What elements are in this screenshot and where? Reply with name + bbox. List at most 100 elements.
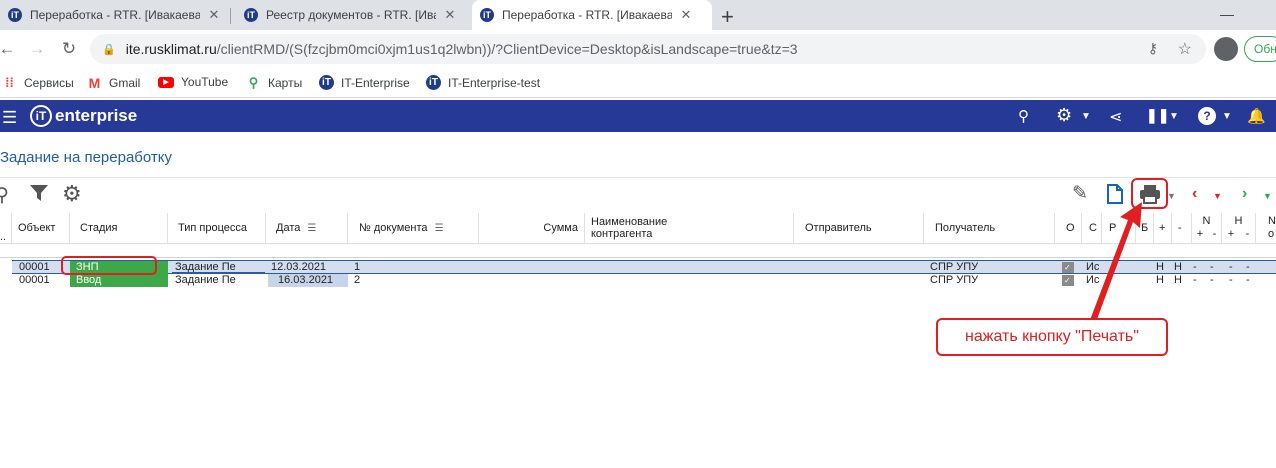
header-label: Дата xyxy=(276,222,301,234)
chevron-down-icon[interactable]: ▼ xyxy=(1263,191,1272,201)
lock-icon: 🔒 xyxy=(102,43,116,56)
bookmark-label: YouTube xyxy=(181,75,229,89)
column-header-group-h[interactable]: H + - xyxy=(1222,213,1256,243)
bookmark-it-enterprise-test[interactable]: iT IT-Enterprise-test xyxy=(426,75,540,90)
it-enterprise-icon: iT xyxy=(244,8,258,22)
cell-dash: - xyxy=(1246,261,1250,273)
cell-dash: - xyxy=(1229,261,1233,273)
header-label: № документа xyxy=(359,222,428,234)
bookmark-label: IT-Enterprise xyxy=(341,75,410,90)
chevron-down-icon[interactable]: ▼ xyxy=(1081,111,1091,122)
profile-avatar-icon[interactable] xyxy=(1214,37,1238,61)
prev-red-arrow-icon[interactable]: ‹ xyxy=(1192,185,1197,203)
sort-icon[interactable]: ☰ xyxy=(435,223,444,234)
row-selector-header[interactable]: .. xyxy=(0,213,12,243)
cell-doc-number: 2 xyxy=(354,274,361,286)
cell-receiver: СПР УПУ xyxy=(930,274,979,286)
bookmark-label: IT-Enterprise-test xyxy=(448,75,541,90)
star-icon[interactable]: ☆ xyxy=(1178,39,1192,59)
cell-dash: - xyxy=(1229,274,1233,286)
column-header-group-n2[interactable]: N о xyxy=(1256,213,1276,243)
browser-tab-1[interactable]: iT Переработка - RTR. [Ивакаева Н ✕ xyxy=(0,0,230,30)
chevron-down-icon[interactable]: ▼ xyxy=(1169,111,1179,122)
column-header-object[interactable]: Объект xyxy=(12,213,70,243)
cell-doc-number: 1 xyxy=(354,261,361,273)
chevron-down-icon[interactable]: ▼ xyxy=(1213,191,1222,201)
key-icon[interactable]: ⚷ xyxy=(1148,40,1158,57)
column-header-sum[interactable]: Сумма xyxy=(479,213,585,243)
minimize-icon[interactable]: — xyxy=(1220,6,1234,22)
url-host: ite.rusklimat.ru xyxy=(125,41,217,57)
tab-title: Реестр документов - RTR. [Ивак xyxy=(266,8,436,22)
column-header-group-n[interactable]: N + - xyxy=(1192,213,1222,243)
apps-icon: ⁞⁞ xyxy=(5,75,14,90)
cell-dash: - xyxy=(1193,261,1197,273)
column-header-stage[interactable]: Стадия xyxy=(70,213,168,243)
address-row: ← → ↻ 🔒 ite.rusklimat.ru/clientRMD/(S(fz… xyxy=(0,30,1276,68)
profile-button[interactable]: Обн xyxy=(1244,36,1276,62)
app-logo[interactable]: iT enterprise xyxy=(30,105,137,127)
forward-arrow-icon[interactable]: → xyxy=(24,36,50,62)
logo-mark: iT xyxy=(30,105,52,127)
browser-tab-3-active[interactable]: iT Переработка - RTR. [Ивакаева Н ✕ xyxy=(472,0,712,30)
new-tab-button[interactable]: + xyxy=(721,4,734,30)
bookmark-services[interactable]: ⁞⁞ Сервисы xyxy=(2,75,74,90)
maps-icon: ⚲ xyxy=(248,74,259,90)
it-enterprise-icon: iT xyxy=(480,8,494,22)
tab-title: Переработка - RTR. [Ивакаева Н xyxy=(30,8,200,22)
cell-flag-2: Н xyxy=(1174,261,1182,273)
url-bar[interactable]: 🔒 ite.rusklimat.ru/clientRMD/(S(fzcjbm0m… xyxy=(90,34,1206,64)
gear-icon[interactable]: ⚙ xyxy=(1056,105,1072,126)
pause-icon[interactable]: ❚❚ xyxy=(1146,107,1169,124)
filter-icon[interactable] xyxy=(29,184,49,208)
close-icon[interactable]: ✕ xyxy=(206,7,222,23)
column-header-minus[interactable]: - xyxy=(1172,213,1192,243)
column-header-doc-number[interactable]: № документа ☰ xyxy=(348,213,479,243)
cell-process-type: Задание Пе xyxy=(172,261,265,274)
column-header-sender[interactable]: Отправитель xyxy=(794,213,924,243)
page-title: Задание на переработку xyxy=(0,149,173,166)
it-enterprise-icon: iT xyxy=(426,75,441,90)
next-green-arrow-icon[interactable]: › xyxy=(1242,185,1247,203)
column-header-counterparty[interactable]: Наименование контрагента xyxy=(585,213,794,243)
bookmark-maps[interactable]: ⚲ Карты xyxy=(246,75,302,90)
sort-icon[interactable]: ☰ xyxy=(307,223,316,234)
share-icon[interactable]: ⋖ xyxy=(1109,107,1122,127)
reload-icon[interactable]: ↻ xyxy=(56,36,82,62)
bookmark-gmail[interactable]: M Gmail xyxy=(87,74,141,91)
divider xyxy=(0,177,1276,178)
column-header-date[interactable]: Дата ☰ xyxy=(266,213,348,243)
close-icon[interactable]: ✕ xyxy=(442,7,458,23)
tab-title: Переработка - RTR. [Ивакаева Н xyxy=(502,8,672,22)
gmail-icon: M xyxy=(88,74,101,91)
search-icon[interactable]: ⚲ xyxy=(0,184,9,207)
column-header-receiver[interactable]: Получатель xyxy=(924,213,1055,243)
browser-tab-2[interactable]: iT Реестр документов - RTR. [Ивак ✕ xyxy=(236,0,468,30)
bell-icon[interactable]: 🔔 xyxy=(1247,107,1266,125)
column-header-process-type[interactable]: Тип процесса xyxy=(168,213,266,243)
app-header: ☰ iT enterprise ⚲ ⚙ ▼ ⋖ ❚❚ ▼ ? ▼ 🔔 xyxy=(0,100,1276,132)
bookmark-label: Карты xyxy=(268,75,303,90)
bookmark-youtube[interactable]: ▶ YouTube xyxy=(158,75,228,89)
back-arrow-icon[interactable]: ← xyxy=(0,36,20,62)
checkbox-checked-icon[interactable]: ✓ xyxy=(1062,262,1074,273)
settings-gear-icon[interactable]: ⚙ xyxy=(62,181,82,207)
tab-separator xyxy=(230,8,231,24)
checkbox-checked-icon[interactable]: ✓ xyxy=(1062,275,1074,286)
bookmark-label: Сервисы xyxy=(24,75,74,90)
menu-icon[interactable]: ☰ xyxy=(2,108,17,128)
bookmark-it-enterprise[interactable]: iT IT-Enterprise xyxy=(319,75,410,90)
it-enterprise-icon: iT xyxy=(319,75,334,90)
cell-dash: - xyxy=(1193,274,1197,286)
search-icon[interactable]: ⚲ xyxy=(1018,107,1029,125)
cell-receiver: СПР УПУ xyxy=(930,261,979,273)
url-path: /clientRMD/(S(fzcjbm0mci0xjm1us1q2lwbn))… xyxy=(216,41,798,57)
help-icon[interactable]: ? xyxy=(1198,107,1216,125)
close-icon[interactable]: ✕ xyxy=(678,7,694,23)
cell-flag-2: Н xyxy=(1174,274,1182,286)
group-header-label: H xyxy=(1234,215,1243,227)
column-header-o[interactable]: О xyxy=(1055,213,1082,243)
cell-date: 12.03.2021 xyxy=(271,261,327,273)
chevron-down-icon[interactable]: ▼ xyxy=(1222,111,1232,122)
cell-process-type: Задание Пе xyxy=(175,274,236,286)
